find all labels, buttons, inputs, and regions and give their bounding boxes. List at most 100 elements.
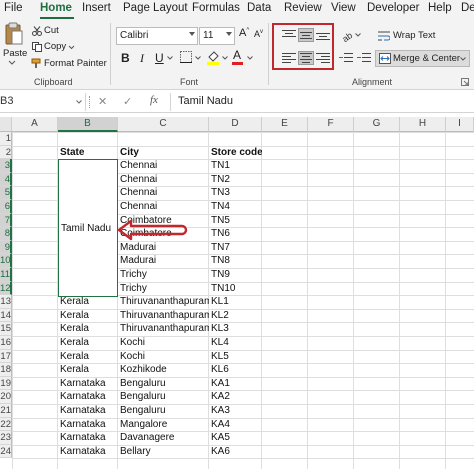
row-header[interactable]: 1 (0, 132, 12, 146)
tab-page-layout[interactable]: Page Layout (123, 2, 188, 14)
store-code-cell[interactable]: TN10 (209, 282, 262, 296)
font-color-icon[interactable]: A (233, 48, 241, 62)
row-header[interactable]: 22 (0, 417, 12, 432)
scissors-icon[interactable] (32, 26, 42, 36)
store-code-cell[interactable]: TN3 (209, 186, 262, 200)
state-cell[interactable]: Karnataka (58, 431, 118, 445)
chevron-down-icon[interactable] (68, 45, 75, 50)
tab-overflow[interactable]: De (461, 2, 474, 14)
tab-view[interactable]: View (331, 2, 356, 14)
bold-button[interactable]: B (121, 51, 130, 65)
tab-formulas[interactable]: Formulas (192, 2, 240, 14)
store-code-cell[interactable]: KL5 (209, 350, 262, 364)
format-painter-icon[interactable] (31, 58, 42, 69)
chevron-down-icon[interactable] (355, 33, 361, 37)
decrease-font-size-icon[interactable]: Av (254, 29, 263, 39)
wrap-text-icon[interactable] (378, 30, 390, 42)
city-cell[interactable]: Bengaluru (118, 404, 209, 418)
store-code-cell[interactable]: TN1 (209, 159, 262, 173)
row-header[interactable]: 3 (0, 159, 12, 173)
column-header-f[interactable]: F (308, 117, 354, 132)
cut-button[interactable]: Cut (44, 25, 59, 36)
increase-indent-icon[interactable] (357, 52, 371, 64)
city-cell[interactable]: Trichy (118, 282, 209, 296)
wrap-text-button[interactable]: Wrap Text (393, 30, 435, 41)
column-header-c[interactable]: C (118, 117, 209, 132)
column-header-h[interactable]: H (400, 117, 446, 132)
tab-data[interactable]: Data (247, 2, 271, 14)
city-cell[interactable]: Kochi (118, 350, 209, 364)
store-code-cell[interactable]: KA2 (209, 390, 262, 404)
store-code-cell[interactable]: TN8 (209, 254, 262, 268)
state-cell[interactable]: Kerala (58, 295, 118, 309)
row-header[interactable]: 12 (0, 281, 12, 296)
tab-developer[interactable]: Developer (367, 2, 419, 14)
tab-file[interactable]: File (4, 2, 23, 14)
row-header[interactable]: 2 (0, 145, 12, 160)
column-header-d[interactable]: D (209, 117, 262, 132)
copy-button[interactable]: Copy (44, 41, 66, 52)
store-code-cell[interactable]: KL1 (209, 295, 262, 309)
city-cell[interactable]: Bengaluru (118, 377, 209, 391)
city-cell[interactable]: Madurai (118, 241, 209, 255)
city-cell[interactable]: Chennai (118, 200, 209, 214)
row-header[interactable]: 6 (0, 200, 12, 214)
city-cell[interactable]: Thiruvananthapuram (118, 322, 209, 336)
formula-input[interactable]: Tamil Nadu (178, 95, 233, 107)
tab-help[interactable]: Help (428, 2, 452, 14)
fill-color-icon[interactable] (206, 49, 220, 65)
row-header[interactable]: 11 (0, 268, 12, 282)
chevron-down-icon[interactable] (222, 56, 228, 60)
paste-icon[interactable] (5, 22, 23, 46)
city-cell[interactable]: Chennai (118, 173, 209, 187)
header-cell-store-code[interactable]: Store code (209, 146, 262, 160)
store-code-cell[interactable]: TN9 (209, 268, 262, 282)
row-header[interactable]: 24 (0, 444, 12, 459)
underline-button[interactable]: U (155, 51, 164, 65)
state-cell[interactable]: Kerala (58, 309, 118, 323)
city-cell[interactable]: Bengaluru (118, 390, 209, 404)
store-code-cell[interactable]: KA4 (209, 418, 262, 432)
decrease-indent-icon[interactable] (339, 52, 353, 64)
header-cell-state[interactable]: State (58, 146, 118, 160)
row-header[interactable]: 5 (0, 186, 12, 200)
header-cell-city[interactable]: City (118, 146, 209, 160)
column-header-b[interactable]: B (58, 117, 118, 132)
column-header-i[interactable]: I (446, 117, 474, 132)
state-cell[interactable]: Kerala (58, 322, 118, 336)
row-header[interactable]: 8 (0, 227, 12, 241)
tab-home[interactable]: Home (40, 2, 72, 14)
store-code-cell[interactable]: KL4 (209, 336, 262, 350)
store-code-cell[interactable]: KA6 (209, 445, 262, 459)
store-code-cell[interactable]: TN6 (209, 227, 262, 241)
city-cell[interactable]: Bellary (118, 445, 209, 459)
row-header[interactable]: 18 (0, 363, 12, 377)
chevron-down-icon[interactable] (195, 56, 201, 60)
state-cell[interactable]: Kerala (58, 336, 118, 350)
merge-center-button[interactable]: Merge & Center (375, 50, 470, 67)
formula-bar-grip[interactable] (89, 96, 91, 108)
store-code-cell[interactable]: KA3 (209, 404, 262, 418)
city-cell[interactable]: Thiruvananthapuram (118, 309, 209, 323)
store-code-cell[interactable]: TN7 (209, 241, 262, 255)
tab-review[interactable]: Review (284, 2, 322, 14)
tab-insert[interactable]: Insert (82, 2, 111, 14)
state-cell[interactable]: Karnataka (58, 377, 118, 391)
city-cell[interactable]: Kochi (118, 336, 209, 350)
store-code-cell[interactable]: KL2 (209, 309, 262, 323)
column-header-a[interactable]: A (12, 117, 58, 132)
city-cell[interactable]: Thiruvananthapuram (118, 295, 209, 309)
city-cell[interactable]: Mangalore (118, 418, 209, 432)
city-cell[interactable]: Chennai (118, 159, 209, 173)
column-header-g[interactable]: G (354, 117, 400, 132)
city-cell[interactable]: Trichy (118, 268, 209, 282)
chevron-down-icon[interactable] (76, 100, 82, 104)
row-header[interactable]: 9 (0, 240, 12, 255)
insert-function-icon[interactable]: fx (150, 94, 158, 106)
row-header[interactable]: 17 (0, 349, 12, 364)
format-painter-button[interactable]: Format Painter (44, 58, 107, 69)
row-header[interactable]: 4 (0, 172, 12, 187)
dialog-launcher-icon[interactable] (461, 78, 469, 86)
chevron-down-icon[interactable] (460, 57, 466, 61)
orientation-icon[interactable]: ab (340, 28, 354, 42)
